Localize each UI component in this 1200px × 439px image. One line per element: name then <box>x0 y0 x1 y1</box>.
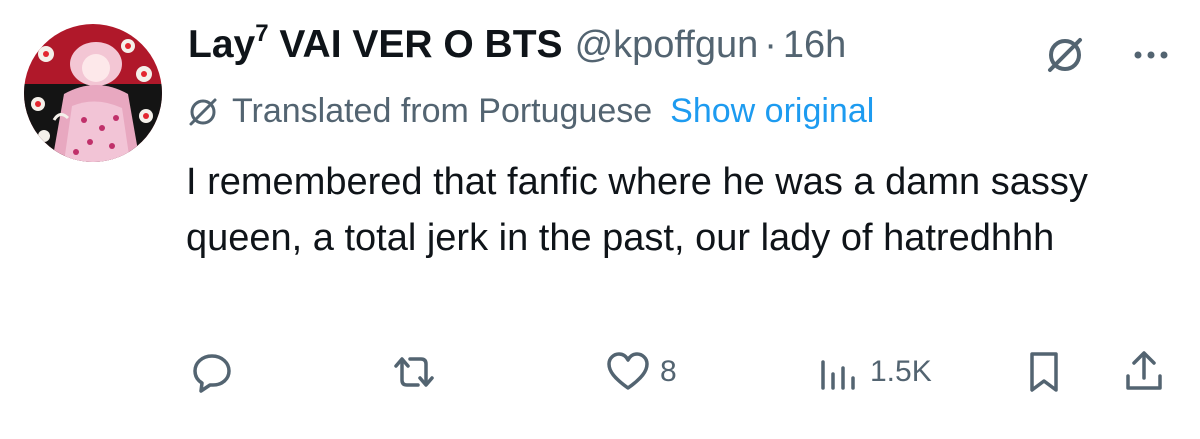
views-button[interactable]: 1.5K <box>814 344 932 400</box>
header-separator: · <box>764 24 777 66</box>
avatar-image <box>24 24 162 162</box>
display-name-superscript: 7 <box>255 20 269 47</box>
translated-label: Translated from Portuguese <box>232 92 653 130</box>
retweet-button[interactable] <box>388 344 448 400</box>
like-count: 8 <box>660 355 677 388</box>
avatar[interactable] <box>24 24 162 162</box>
tweet-timestamp[interactable]: 16h <box>783 24 846 67</box>
more-dots-icon[interactable] <box>1126 30 1176 80</box>
user-handle[interactable]: @kpoffgun <box>575 24 759 67</box>
share-button[interactable] <box>1120 344 1168 400</box>
heart-icon <box>604 348 652 396</box>
translate-slash-icon[interactable] <box>1040 30 1090 80</box>
share-upload-icon <box>1120 348 1168 396</box>
show-original-link[interactable]: Show original <box>670 92 874 131</box>
translation-row: Translated from Portuguese Show original <box>184 92 874 131</box>
header-icons <box>1040 30 1176 80</box>
like-button[interactable]: 8 <box>604 344 677 400</box>
tweet-text: I remembered that fanfic where he was a … <box>186 161 1088 259</box>
reply-button[interactable] <box>188 344 244 400</box>
bookmark-icon <box>1020 348 1068 396</box>
tweet-card[interactable]: Lay7 VAI VER O BTS @kpoffgun · 16h Trans… <box>0 0 1200 439</box>
translate-slash-icon <box>184 93 222 131</box>
retweet-icon <box>388 348 440 396</box>
display-name[interactable]: Lay7 VAI VER O BTS <box>188 20 563 67</box>
action-bar: 8 1.5K <box>0 344 1200 400</box>
views-count: 1.5K <box>870 355 932 388</box>
bar-chart-icon <box>814 348 862 396</box>
tweet-header: Lay7 VAI VER O BTS @kpoffgun · 16h <box>188 20 846 82</box>
bookmark-button[interactable] <box>1020 344 1068 400</box>
reply-bubble-icon <box>188 348 236 396</box>
